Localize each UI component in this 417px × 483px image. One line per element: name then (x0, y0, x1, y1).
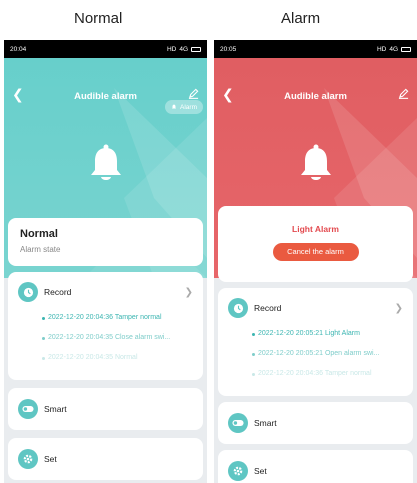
back-icon[interactable]: ❮ (12, 86, 24, 103)
record-label: Record (44, 287, 72, 297)
set-card[interactable]: Set (218, 450, 413, 483)
smart-card[interactable]: Smart (8, 388, 203, 430)
nav-bar: ❮ Audible alarm (214, 82, 417, 110)
smart-card[interactable]: Smart (218, 402, 413, 444)
status-time: 20:05 (220, 45, 237, 53)
network-indicator: HD (166, 45, 177, 53)
state-card: Normal Alarm state (8, 218, 203, 266)
alarm-state-card: Light Alarm Cancel the alarm (218, 206, 413, 282)
gear-icon (18, 449, 38, 469)
alarm-column-label: Alarm (281, 10, 321, 27)
set-card[interactable]: Set (8, 438, 203, 480)
state-subtitle: Alarm state (20, 245, 61, 254)
network-indicator: HD (376, 45, 387, 53)
record-label: Record (254, 303, 282, 313)
list-item: 2022-12-20 20:04:35 Normal (18, 348, 193, 368)
signal-indicator: 4G (179, 45, 188, 53)
battery-icon (401, 46, 411, 52)
alarm-state-title: Light Alarm (292, 224, 339, 234)
chevron-right-icon[interactable]: ❯ (185, 287, 193, 298)
smart-label: Smart (44, 404, 67, 414)
alarm-button[interactable]: Alarm (165, 100, 203, 114)
bell-icon (301, 144, 331, 180)
back-icon[interactable]: ❮ (222, 86, 234, 103)
list-item: 2022-12-20 20:04:35 Close alarm swi... (18, 328, 193, 348)
phone-normal: 20:04 HD 4G ❮ Audible alarm Alarm Normal… (4, 40, 207, 483)
toggle-icon (228, 413, 248, 433)
clock-icon (228, 298, 248, 318)
list-item: 2022-12-20 20:05:21 Open alarm swi... (228, 344, 403, 364)
list-item: 2022-12-20 20:04:36 Tamper normal (228, 364, 403, 384)
edit-icon[interactable] (398, 86, 409, 104)
chevron-right-icon[interactable]: ❯ (395, 303, 403, 314)
gear-icon (228, 461, 248, 481)
status-time: 20:04 (10, 45, 27, 53)
list-item: 2022-12-20 20:05:21 Light Alarm (228, 324, 403, 344)
signal-indicator: 4G (389, 45, 398, 53)
record-list: 2022-12-20 20:04:36 Tamper normal 2022-1… (18, 308, 193, 368)
set-label: Set (44, 454, 57, 464)
bell-small-icon (171, 104, 177, 109)
set-label: Set (254, 466, 267, 476)
bell-icon (91, 144, 121, 180)
status-bar: 20:04 HD 4G (4, 40, 207, 58)
status-bar: 20:05 HD 4G (214, 40, 417, 58)
state-title: Normal (20, 228, 58, 240)
clock-icon (18, 282, 38, 302)
cancel-alarm-button[interactable]: Cancel the alarm (272, 243, 359, 261)
toggle-icon (18, 399, 38, 419)
battery-icon (191, 46, 201, 52)
page-title: Audible alarm (74, 90, 137, 102)
page-title: Audible alarm (284, 90, 347, 102)
list-item: 2022-12-20 20:04:36 Tamper normal (18, 308, 193, 328)
record-card[interactable]: Record ❯ 2022-12-20 20:05:21 Light Alarm… (218, 288, 413, 396)
smart-label: Smart (254, 418, 277, 428)
phone-alarm: 20:05 HD 4G ❮ Audible alarm Light Alarm … (214, 40, 417, 483)
record-card[interactable]: Record ❯ 2022-12-20 20:04:36 Tamper norm… (8, 272, 203, 380)
record-list: 2022-12-20 20:05:21 Light Alarm 2022-12-… (228, 324, 403, 384)
normal-column-label: Normal (74, 10, 123, 27)
